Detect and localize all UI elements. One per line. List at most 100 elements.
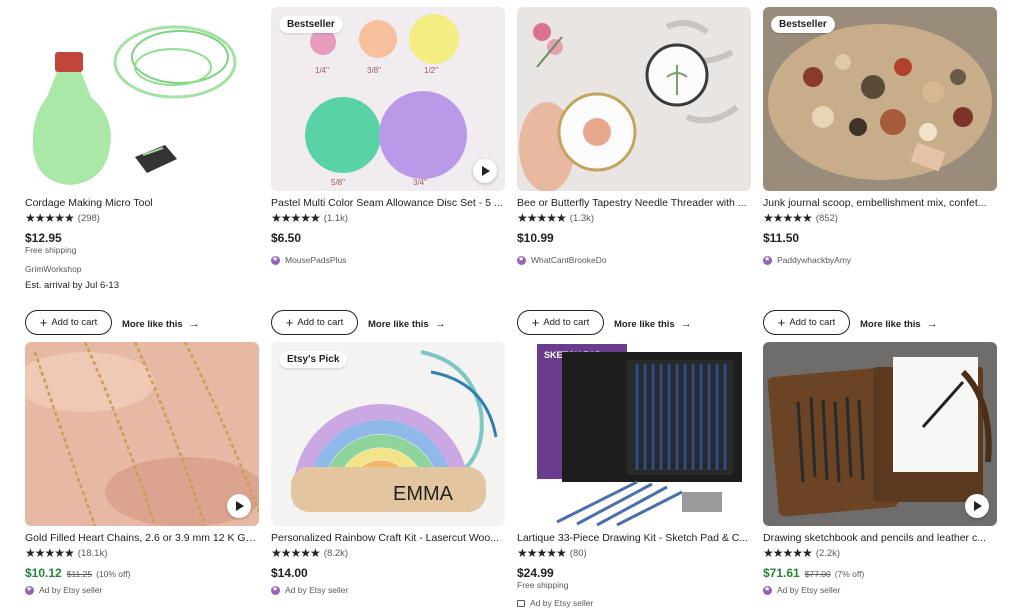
listing-title[interactable]: Lartique 33-Piece Drawing Kit - Sketch P…: [517, 532, 751, 544]
rating: ★★★★★ (2.2k): [763, 546, 840, 560]
rating: ★★★★★ (18.1k): [25, 546, 107, 560]
rating: ★★★★★ (80): [517, 546, 587, 560]
leather-case-image: [763, 342, 997, 526]
star-rating-icon: ★★★★★: [25, 211, 75, 225]
sale-price: $71.61: [763, 566, 800, 580]
listing-image[interactable]: [25, 342, 259, 526]
star-seller-icon: [517, 255, 526, 265]
rating: ★★★★★ (852): [763, 211, 838, 225]
listing-title[interactable]: Gold Filled Heart Chains, 2.6 or 3.9 mm …: [25, 532, 259, 544]
listing-title[interactable]: Cordage Making Micro Tool: [25, 197, 259, 209]
rainbow-kit-image: EMMA: [271, 342, 505, 526]
price: $24.99: [517, 566, 554, 580]
price-row: $10.99: [517, 231, 554, 245]
price: $6.50: [271, 231, 302, 245]
price-row: $10.12 $11.25 (10% off): [25, 566, 130, 580]
listing-image[interactable]: Bestseller: [763, 7, 997, 191]
listing-image[interactable]: [763, 342, 997, 526]
price: $10.99: [517, 231, 554, 245]
price-row: $14.00: [271, 566, 308, 580]
review-count: (80): [569, 547, 587, 559]
rating: ★★★★★ (8.2k): [271, 546, 348, 560]
shipping-note: Free shipping: [517, 580, 569, 590]
review-count: (18.1k): [77, 547, 108, 559]
price: $14.00: [271, 566, 308, 580]
listing-image[interactable]: [517, 7, 751, 191]
star-seller-icon: [25, 585, 34, 595]
price-row: $24.99: [517, 566, 554, 580]
discount-label: (7% off): [834, 569, 865, 579]
plus-icon: +: [531, 314, 540, 330]
ad-label: Ad by Etsy seller: [517, 598, 593, 608]
listing-image[interactable]: EMMA Etsy's Pick: [271, 342, 505, 526]
price-row: $6.50: [271, 231, 301, 245]
listing-title[interactable]: Pastel Multi Color Seam Allowance Disc S…: [271, 197, 505, 209]
listing-title[interactable]: Junk journal scoop, embellishment mix, c…: [763, 197, 997, 209]
star-seller-icon: [271, 255, 280, 265]
drawing-kit-image: SKETCH PAD: [517, 342, 751, 526]
shop-name[interactable]: WhatCantBrookeDo: [517, 255, 607, 265]
disc-label: 1/2": [424, 66, 438, 75]
star-seller-icon: [763, 585, 772, 595]
listing-title[interactable]: Drawing sketchbook and pencils and leath…: [763, 532, 997, 544]
shop-name[interactable]: PaddywhackbyAmy: [763, 255, 851, 265]
add-to-cart-button[interactable]: + Add to cart: [271, 310, 358, 335]
price: $11.50: [763, 231, 800, 245]
price: $12.95: [25, 231, 62, 245]
listing-title[interactable]: Personalized Rainbow Craft Kit - Lasercu…: [271, 532, 505, 544]
arrow-right-icon: →: [926, 318, 938, 330]
bestseller-badge: Bestseller: [771, 16, 835, 33]
listing-image[interactable]: [25, 7, 259, 191]
disc-label: 5/8": [331, 178, 345, 187]
shop-name[interactable]: GrimWorkshop: [25, 264, 82, 274]
rating: ★★★★★ (298): [25, 211, 100, 225]
cordage-tool-image: [25, 7, 259, 191]
plus-icon: +: [39, 314, 48, 330]
star-rating-icon: ★★★★★: [271, 211, 321, 225]
original-price: $11.25: [66, 569, 93, 579]
add-to-cart-button[interactable]: + Add to cart: [25, 310, 112, 335]
seam-disc-image: 1/4" 3/8" 1/2" 5/8" 3/4": [271, 7, 505, 191]
bestseller-badge: Bestseller: [279, 16, 343, 33]
star-rating-icon: ★★★★★: [517, 211, 567, 225]
discount-label: (10% off): [96, 569, 131, 579]
more-like-this-link[interactable]: More like this →: [368, 318, 446, 330]
ad-info-icon: [517, 599, 525, 607]
play-video-icon[interactable]: [227, 494, 251, 518]
plus-icon: +: [285, 314, 294, 330]
more-like-this-link[interactable]: More like this →: [860, 318, 938, 330]
ad-label: Ad by Etsy seller: [25, 585, 102, 595]
review-count: (852): [815, 212, 838, 224]
review-count: (298): [77, 212, 100, 224]
shipping-note: Free shipping: [25, 245, 77, 255]
star-rating-icon: ★★★★★: [517, 546, 567, 560]
star-rating-icon: ★★★★★: [271, 546, 321, 560]
add-to-cart-button[interactable]: + Add to cart: [763, 310, 850, 335]
add-to-cart-button[interactable]: + Add to cart: [517, 310, 604, 335]
rating: ★★★★★ (1.1k): [271, 211, 348, 225]
listing-title[interactable]: Bee or Butterfly Tapestry Needle Threade…: [517, 197, 751, 209]
needle-threader-image: [517, 7, 751, 191]
listing-image[interactable]: SKETCH PAD: [517, 342, 751, 526]
original-price: $77.00: [804, 569, 831, 579]
review-count: (1.1k): [323, 212, 349, 224]
estimated-arrival: Est. arrival by Jul 6-13: [25, 280, 119, 291]
price-row: $12.95: [25, 231, 62, 245]
more-like-this-link[interactable]: More like this →: [614, 318, 692, 330]
play-video-icon[interactable]: [965, 494, 989, 518]
shop-name[interactable]: MousePadsPlus: [271, 255, 346, 265]
review-count: (1.3k): [569, 212, 595, 224]
more-like-this-link[interactable]: More like this →: [122, 318, 200, 330]
ad-label: Ad by Etsy seller: [763, 585, 840, 595]
arrow-right-icon: →: [434, 318, 446, 330]
sale-price: $10.12: [25, 566, 62, 580]
disc-label: 1/4": [315, 66, 329, 75]
price-row: $11.50: [763, 231, 799, 245]
disc-label: 3/4": [413, 178, 427, 187]
listing-image[interactable]: 1/4" 3/8" 1/2" 5/8" 3/4" Bestseller: [271, 7, 505, 191]
star-rating-icon: ★★★★★: [25, 546, 75, 560]
play-video-icon[interactable]: [473, 159, 497, 183]
star-rating-icon: ★★★★★: [763, 211, 813, 225]
star-seller-icon: [271, 585, 280, 595]
arrow-right-icon: →: [188, 318, 200, 330]
